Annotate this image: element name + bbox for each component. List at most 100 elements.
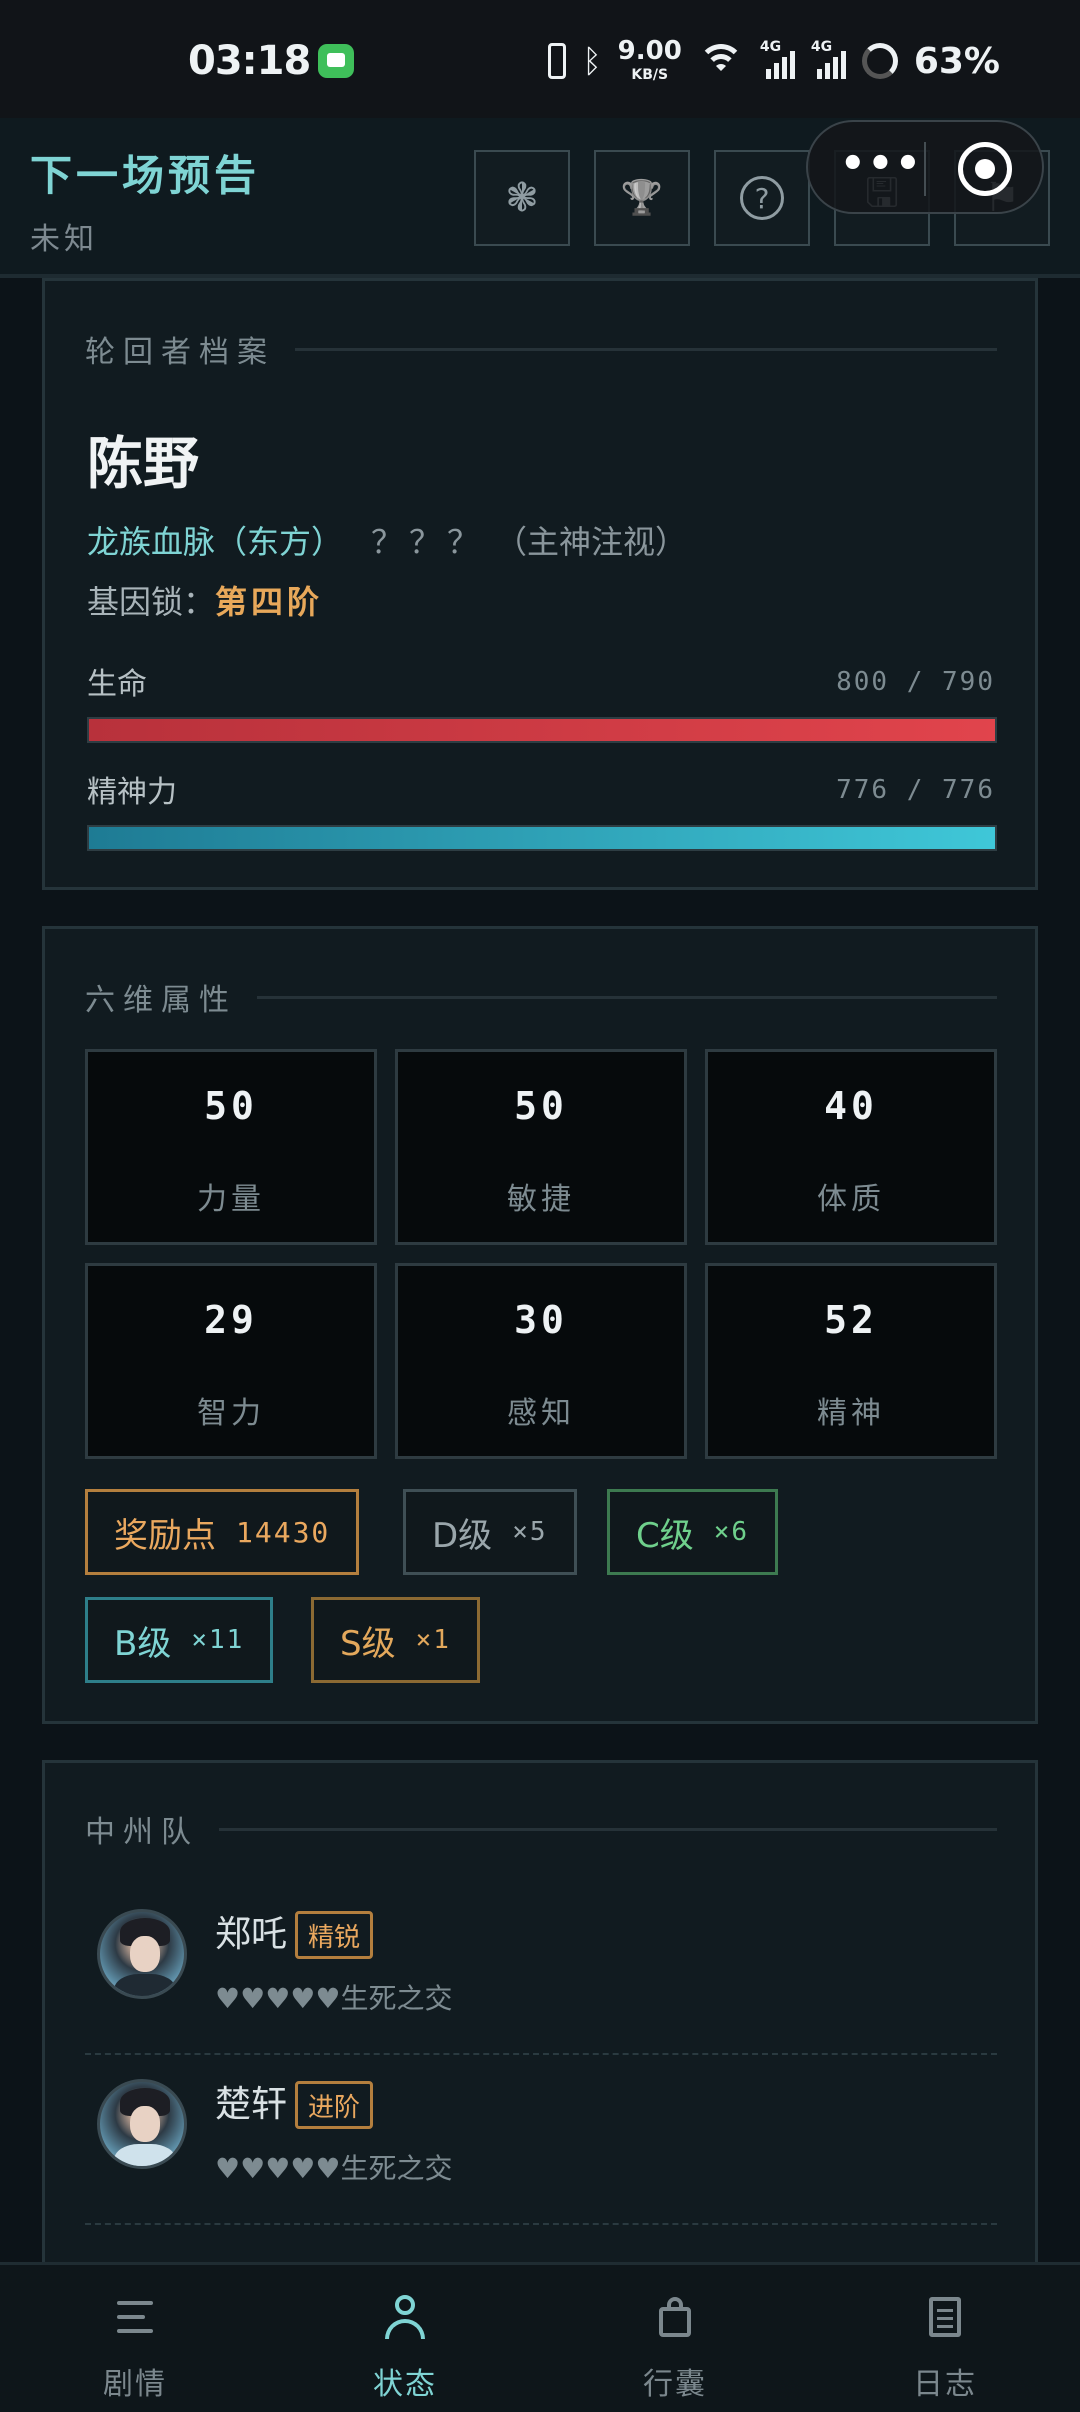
grade-count: ×11: [191, 1625, 245, 1655]
stat-name: 体质: [817, 1182, 885, 1217]
gene-lock-label: 基因锁：: [87, 583, 216, 621]
profile-section-header: 轮回者档案: [85, 327, 997, 371]
help-icon: ?: [740, 176, 784, 220]
stat-value: 30: [514, 1298, 568, 1342]
team-panel: 中州队 郑吒 精锐 ♥♥♥♥♥生死之交 楚轩 进阶 ♥♥♥♥♥生死之交: [42, 1760, 1038, 2300]
nav-label: 剧情: [103, 2367, 167, 2402]
log-icon: [923, 2295, 967, 2339]
reward-value: 14430: [236, 1515, 331, 1549]
stat-spirit: 52 精神: [705, 1263, 997, 1459]
nav-status[interactable]: 状态: [270, 2265, 540, 2412]
vibrate-icon: [548, 43, 567, 79]
member-bond: ♥♥♥♥♥生死之交: [215, 1982, 453, 2015]
grade-count: ×6: [713, 1517, 750, 1547]
signal-icon: 4G: [760, 39, 795, 79]
mp-label: 精神力: [87, 775, 177, 810]
avatar: [97, 2079, 187, 2169]
bloodline-line: 龙族血脉（东方） ？？？ （主神注视）: [87, 517, 687, 563]
stat-value: 40: [824, 1084, 878, 1128]
section-divider: [295, 347, 997, 351]
unknown-trait: ？？？: [371, 523, 486, 561]
status-bar: 03:18 ᛒ 9.00 KB/S 4G 4G 63%: [0, 0, 1080, 118]
message-app-icon: [318, 44, 354, 78]
wifi-icon: [697, 44, 744, 78]
bloodline: 龙族血脉（东方）: [87, 523, 344, 561]
d-grade-chip: D级 ×5: [403, 1489, 577, 1575]
stat-perception: 30 感知: [395, 1263, 687, 1459]
section-title: 六维属性: [85, 983, 237, 1018]
stat-name: 力量: [197, 1182, 265, 1217]
nav-log[interactable]: 日志: [810, 2265, 1080, 2412]
nav-bag[interactable]: 行囊: [540, 2265, 810, 2412]
gene-lock-value: 第四阶: [215, 583, 324, 621]
user-icon: [383, 2295, 427, 2339]
net-speed: 9.00 KB/S: [617, 36, 682, 83]
more-icon[interactable]: •••: [840, 144, 923, 184]
section-divider: [219, 1827, 997, 1831]
stat-value: 50: [204, 1084, 258, 1128]
settings-wheel-icon: ❃: [505, 175, 539, 221]
profile-panel: 轮回者档案 陈野 龙族血脉（东方） ？？？ （主神注视） 基因锁：第四阶 生命 80…: [42, 278, 1038, 890]
mp-bar: [87, 825, 997, 851]
nav-story[interactable]: 剧情: [0, 2265, 270, 2412]
close-target-icon[interactable]: [958, 142, 1012, 196]
member-name: 郑吒: [215, 1914, 288, 1955]
nav-label: 状态: [373, 2367, 437, 2402]
member-rank-badge: 进阶: [295, 2081, 374, 2129]
miniprogram-capsule: •••: [806, 120, 1044, 214]
grade-label: D级: [432, 1515, 493, 1556]
stat-name: 智力: [197, 1396, 265, 1431]
hp-value: 800 / 790: [836, 667, 995, 697]
hp-bar-fill: [89, 719, 995, 741]
bottom-nav: 剧情 状态 行囊 日志: [0, 2262, 1080, 2412]
menu-icon: [113, 2295, 157, 2339]
battery-icon: [861, 43, 898, 79]
stat-constitution: 40 体质: [705, 1049, 997, 1245]
team-member[interactable]: 郑吒 精锐 ♥♥♥♥♥生死之交: [85, 1885, 997, 2055]
grade-label: B级: [114, 1623, 172, 1664]
hp-label: 生命: [87, 667, 147, 702]
member-bond: ♥♥♥♥♥生死之交: [215, 2152, 453, 2185]
grade-count: ×1: [415, 1625, 451, 1655]
avatar: [97, 1909, 187, 1999]
gene-lock-line: 基因锁：第四阶: [87, 577, 323, 623]
status-icons: ᛒ 9.00 KB/S 4G 4G 63%: [548, 38, 1000, 84]
reward-points-chip: 奖励点 14430: [85, 1489, 360, 1575]
nav-label: 行囊: [643, 2367, 707, 2402]
battery-level: 63%: [913, 40, 1000, 82]
c-grade-chip: C级 ×6: [607, 1489, 779, 1575]
stat-intelligence: 29 智力: [85, 1263, 377, 1459]
grade-label: S级: [340, 1623, 396, 1664]
stat-strength: 50 力量: [85, 1049, 377, 1245]
attributes-section-header: 六维属性: [85, 975, 997, 1019]
section-title: 中州队: [85, 1815, 199, 1850]
trophy-icon: 🏆: [620, 178, 664, 218]
team-section-header: 中州队: [85, 1807, 997, 1851]
next-scene-title: 下一场预告: [30, 151, 261, 200]
b-grade-chip: B级 ×11: [85, 1597, 274, 1683]
stat-grid: 50 力量 50 敏捷 40 体质 29 智力 30 感知 52 精神: [85, 1049, 997, 1459]
next-scene-subtitle: 未知: [30, 222, 98, 257]
stat-name: 感知: [507, 1396, 575, 1431]
reward-label: 奖励点: [114, 1515, 216, 1556]
bag-icon: [653, 2295, 697, 2339]
s-grade-chip: S级 ×1: [311, 1597, 480, 1683]
section-title: 轮回者档案: [85, 335, 275, 370]
stat-value: 50: [514, 1084, 568, 1128]
mp-bar-fill: [89, 827, 995, 849]
grade-label: C级: [636, 1515, 694, 1556]
stat-name: 精神: [817, 1396, 885, 1431]
bluetooth-icon: ᛒ: [582, 42, 602, 80]
trophy-button[interactable]: 🏆: [594, 150, 690, 246]
grade-count: ×5: [512, 1517, 548, 1547]
stat-value: 29: [204, 1298, 258, 1342]
team-member[interactable]: 楚轩 进阶 ♥♥♥♥♥生死之交: [85, 2055, 997, 2225]
member-name: 楚轩: [215, 2084, 288, 2125]
mp-value: 776 / 776: [836, 775, 995, 805]
attributes-panel: 六维属性 50 力量 50 敏捷 40 体质 29 智力 30 感知 52 精神…: [42, 926, 1038, 1724]
stat-agility: 50 敏捷: [395, 1049, 687, 1245]
settings-wheel-button[interactable]: ❃: [474, 150, 570, 246]
stat-value: 52: [824, 1298, 878, 1342]
help-button[interactable]: ?: [714, 150, 810, 246]
section-divider: [257, 995, 997, 999]
